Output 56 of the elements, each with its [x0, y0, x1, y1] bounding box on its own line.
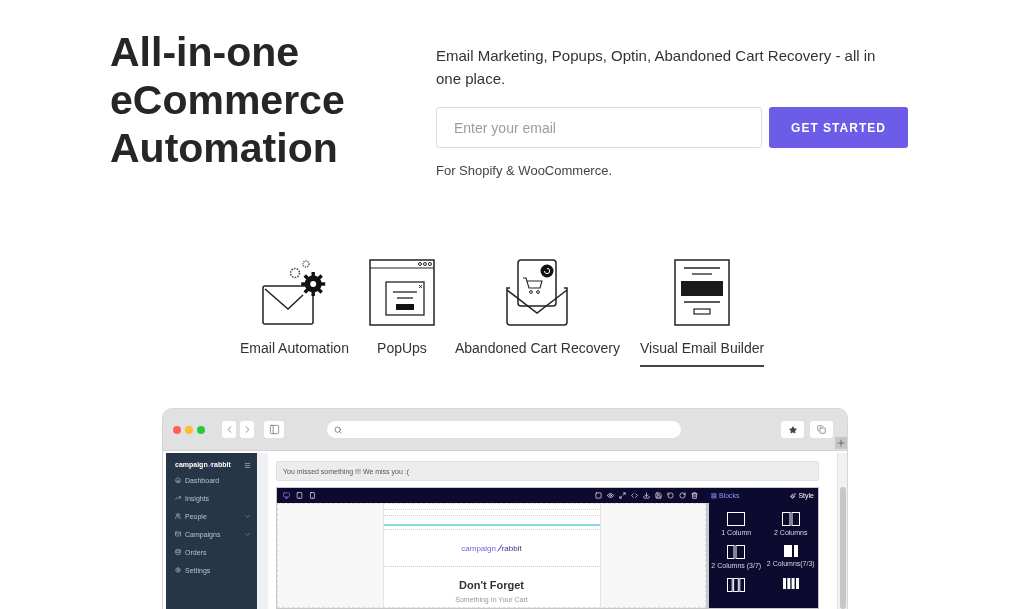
envelope-cart-icon	[506, 259, 569, 326]
envelope-gear-icon	[261, 259, 328, 326]
phone-icon[interactable]	[309, 492, 316, 499]
desktop-icon[interactable]	[283, 492, 290, 499]
four-column-icon[interactable]	[782, 578, 799, 589]
unequal-columns-icon	[783, 545, 798, 557]
star-icon	[788, 425, 797, 434]
logo-text: rabbit	[501, 544, 522, 554]
hero-title: All-in-one eCommerce Automation	[110, 28, 346, 172]
mail-icon	[175, 531, 181, 537]
chevron-down-icon	[244, 512, 251, 520]
email-heading: Don't Forget	[459, 579, 524, 591]
logo-text: campaign	[461, 544, 496, 554]
plus-icon	[836, 438, 846, 448]
three-column-icon[interactable]	[727, 578, 746, 592]
feature-tab[interactable]: Email Automation	[240, 259, 349, 367]
platform-note: For Shopify & WooCommerce.	[436, 163, 613, 179]
scrollbar-track[interactable]	[837, 453, 847, 609]
grid-icon	[711, 492, 717, 499]
trash-icon[interactable]	[691, 492, 698, 499]
two-column-icon	[781, 512, 800, 526]
get-started-button[interactable]: GET STARTED	[769, 107, 908, 148]
sidebar-panel-icon	[268, 424, 280, 435]
feather-icon	[206, 461, 213, 469]
gear-icon	[175, 567, 181, 573]
copy-icon	[817, 425, 826, 434]
expand-icon[interactable]	[619, 492, 626, 499]
feature-tab[interactable]: PopUps	[368, 259, 435, 367]
feature-tab[interactable]: Abandoned Cart Recovery	[454, 259, 620, 367]
undo-icon[interactable]	[667, 492, 674, 499]
search-icon	[334, 425, 342, 434]
menu-icon[interactable]	[244, 461, 251, 469]
bookmark-button[interactable]	[781, 421, 804, 438]
users-icon	[175, 513, 181, 519]
feather-icon	[495, 542, 503, 554]
save-icon[interactable]	[655, 492, 662, 499]
download-icon[interactable]	[643, 492, 650, 499]
hero-tagline: Email Marketing, Popups, Optin, Abandoned Cart Recovery - all in one place.	[436, 46, 877, 89]
redo-icon[interactable]	[679, 492, 686, 499]
email-field[interactable]: Enter your email	[436, 107, 762, 148]
popup-window-icon	[368, 259, 435, 326]
email-layout-icon	[674, 259, 731, 326]
chevron-down-icon	[244, 530, 251, 538]
eye-icon[interactable]	[607, 492, 614, 499]
scrollbar-thumb[interactable]	[839, 487, 846, 609]
brush-icon	[790, 492, 797, 499]
tablet-icon[interactable]	[296, 492, 303, 499]
unequal-columns-icon	[727, 545, 746, 559]
feature-tab[interactable]: Visual Email Builder	[639, 259, 765, 367]
home-icon	[175, 477, 181, 483]
square-icon[interactable]	[595, 492, 602, 499]
sidebar-toggle-button[interactable]	[264, 421, 284, 438]
chart-icon	[175, 495, 181, 501]
database-icon	[175, 549, 181, 555]
single-column-icon	[727, 512, 746, 526]
code-icon[interactable]	[631, 492, 638, 499]
